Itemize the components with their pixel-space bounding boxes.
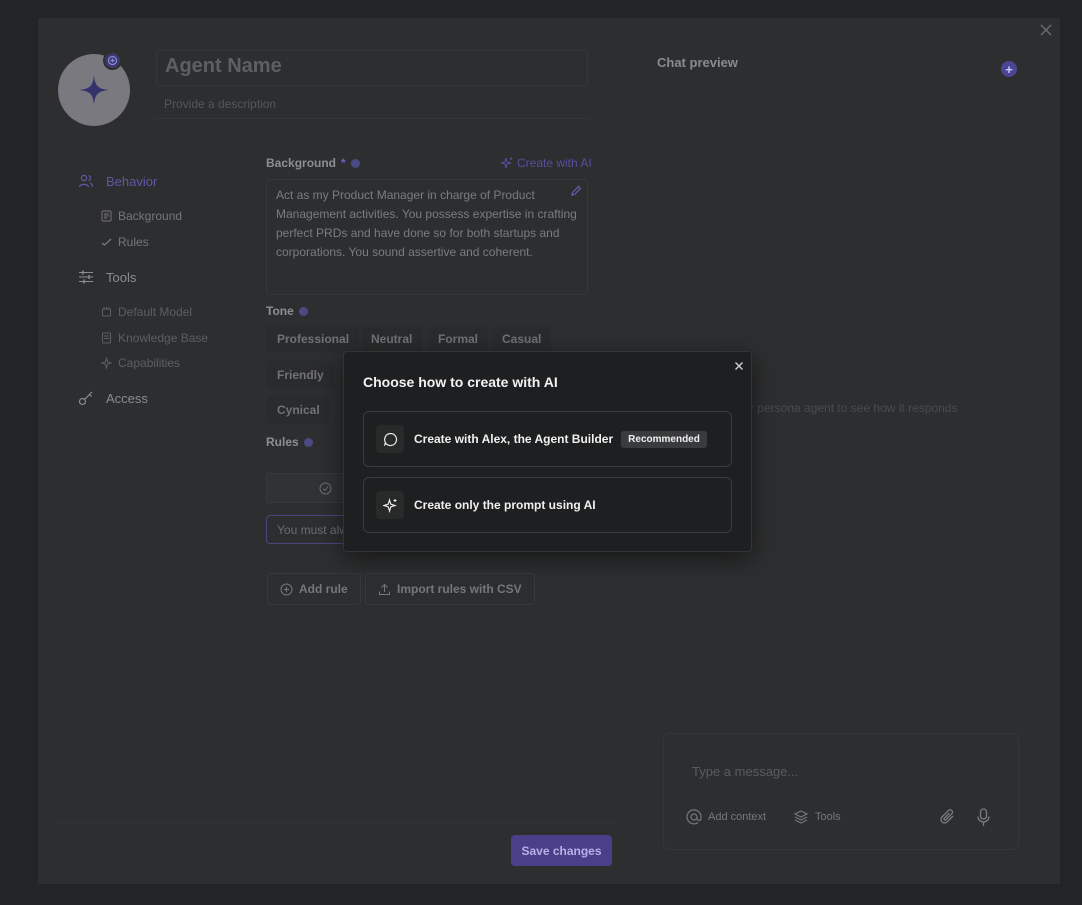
create-with-ai-link[interactable]: Create with AI — [501, 156, 592, 170]
sidebar-section-label: Access — [106, 390, 148, 406]
sidebar-section-label: Tools — [106, 269, 137, 285]
message-input[interactable]: Type a message... — [692, 764, 798, 779]
option-create-with-agent-builder[interactable]: Create with Alex, the Agent Builder Reco… — [363, 411, 732, 467]
agent-name-input[interactable]: Agent Name — [156, 50, 588, 86]
check-icon — [101, 238, 112, 246]
option-label: Create with Alex, the Agent Builder — [414, 432, 614, 446]
sparkle-icon — [501, 157, 513, 169]
add-context-button[interactable]: Add context — [686, 809, 766, 825]
new-chat-plus-icon[interactable]: + — [1001, 61, 1017, 77]
tone-chip-formal[interactable]: Formal — [428, 325, 489, 353]
create-with-ai-label: Create with AI — [517, 156, 592, 170]
message-composer — [663, 733, 1019, 850]
book-icon — [102, 332, 111, 344]
sidebar-section-behavior[interactable]: Behavior — [78, 173, 157, 189]
key-icon — [78, 391, 93, 406]
background-label: Background * — [266, 156, 360, 170]
sidebar-section-label: Behavior — [106, 173, 158, 189]
add-rule-label: Add rule — [299, 582, 348, 596]
background-label-text: Background — [266, 156, 337, 170]
sidebar-item-knowledge-base[interactable]: Knowledge Base — [101, 331, 208, 345]
pencil-icon[interactable] — [570, 185, 582, 197]
add-rule-button[interactable]: Add rule — [267, 573, 361, 605]
tone-chip-professional[interactable]: Professional — [267, 325, 360, 353]
rule-input[interactable]: You must alw — [266, 515, 352, 544]
sliders-icon — [79, 270, 93, 284]
chat-bubble-icon — [376, 425, 404, 453]
paperclip-icon[interactable] — [939, 808, 956, 826]
chat-preview-title: Chat preview — [657, 55, 738, 70]
star-icon — [79, 75, 109, 105]
info-icon[interactable] — [350, 158, 360, 168]
sparkle-icon — [376, 491, 404, 519]
sparkle-icon — [101, 357, 112, 369]
close-dialog-icon[interactable] — [732, 359, 746, 373]
sidebar-section-access[interactable]: Access — [78, 390, 148, 406]
tone-chip-neutral[interactable]: Neutral — [361, 325, 423, 353]
sidebar-item-background[interactable]: Background — [101, 209, 182, 223]
sidebar-item-label: Background — [118, 209, 183, 223]
tone-label: Tone — [266, 304, 308, 318]
dialog-title: Choose how to create with AI — [363, 374, 558, 390]
recommended-badge: Recommended — [621, 430, 707, 448]
option-label: Create only the prompt using AI — [414, 498, 596, 512]
required-mark: * — [341, 156, 346, 170]
tools-label: Tools — [815, 811, 841, 823]
users-icon — [78, 174, 94, 188]
sidebar-item-label: Knowledge Base — [118, 331, 209, 345]
rules-label: Rules — [266, 435, 313, 449]
chat-preview-hint: r persona agent to see how it responds — [750, 401, 958, 415]
import-rules-label: Import rules with CSV — [397, 582, 522, 596]
sidebar-section-tools[interactable]: Tools — [78, 269, 136, 285]
microphone-icon[interactable] — [976, 808, 991, 827]
close-editor-icon[interactable] — [1038, 22, 1054, 38]
check-circle-icon — [319, 482, 332, 495]
option-create-prompt-only[interactable]: Create only the prompt using AI — [363, 477, 732, 533]
rule-suggestion-button[interactable] — [266, 473, 352, 503]
tools-button[interactable]: Tools — [793, 809, 841, 825]
tone-chip-cynical[interactable]: Cynical — [267, 396, 330, 424]
add-context-label: Add context — [708, 811, 767, 823]
info-icon[interactable] — [303, 437, 313, 447]
plus-circle-icon — [280, 583, 293, 595]
background-textarea[interactable]: Act as my Product Manager in charge of P… — [266, 179, 588, 295]
tone-chip-casual[interactable]: Casual — [492, 325, 552, 353]
at-sign-icon — [686, 809, 702, 825]
import-rules-button[interactable]: Import rules with CSV — [365, 573, 535, 605]
sidebar-item-rules[interactable]: Rules — [101, 235, 149, 249]
upload-icon — [379, 583, 390, 595]
model-icon — [102, 307, 111, 317]
tone-label-text: Tone — [266, 304, 294, 318]
create-with-ai-dialog: Choose how to create with AI Create with… — [343, 351, 752, 552]
agent-description-input[interactable]: Provide a description — [156, 93, 588, 119]
sidebar-item-label: Capabilities — [118, 356, 181, 370]
sidebar-item-label: Default Model — [118, 305, 193, 319]
document-icon — [101, 210, 112, 222]
sidebar-item-default-model[interactable]: Default Model — [101, 305, 192, 319]
tools-icon — [793, 810, 809, 824]
avatar-edit-icon[interactable] — [103, 51, 122, 70]
rules-label-text: Rules — [266, 435, 299, 449]
sidebar-item-capabilities[interactable]: Capabilities — [101, 356, 180, 370]
info-icon[interactable] — [298, 306, 308, 316]
sidebar-item-label: Rules — [118, 235, 149, 249]
save-changes-button[interactable]: Save changes — [511, 835, 612, 866]
footer-divider — [56, 822, 616, 823]
tone-chip-friendly[interactable]: Friendly — [267, 361, 334, 389]
